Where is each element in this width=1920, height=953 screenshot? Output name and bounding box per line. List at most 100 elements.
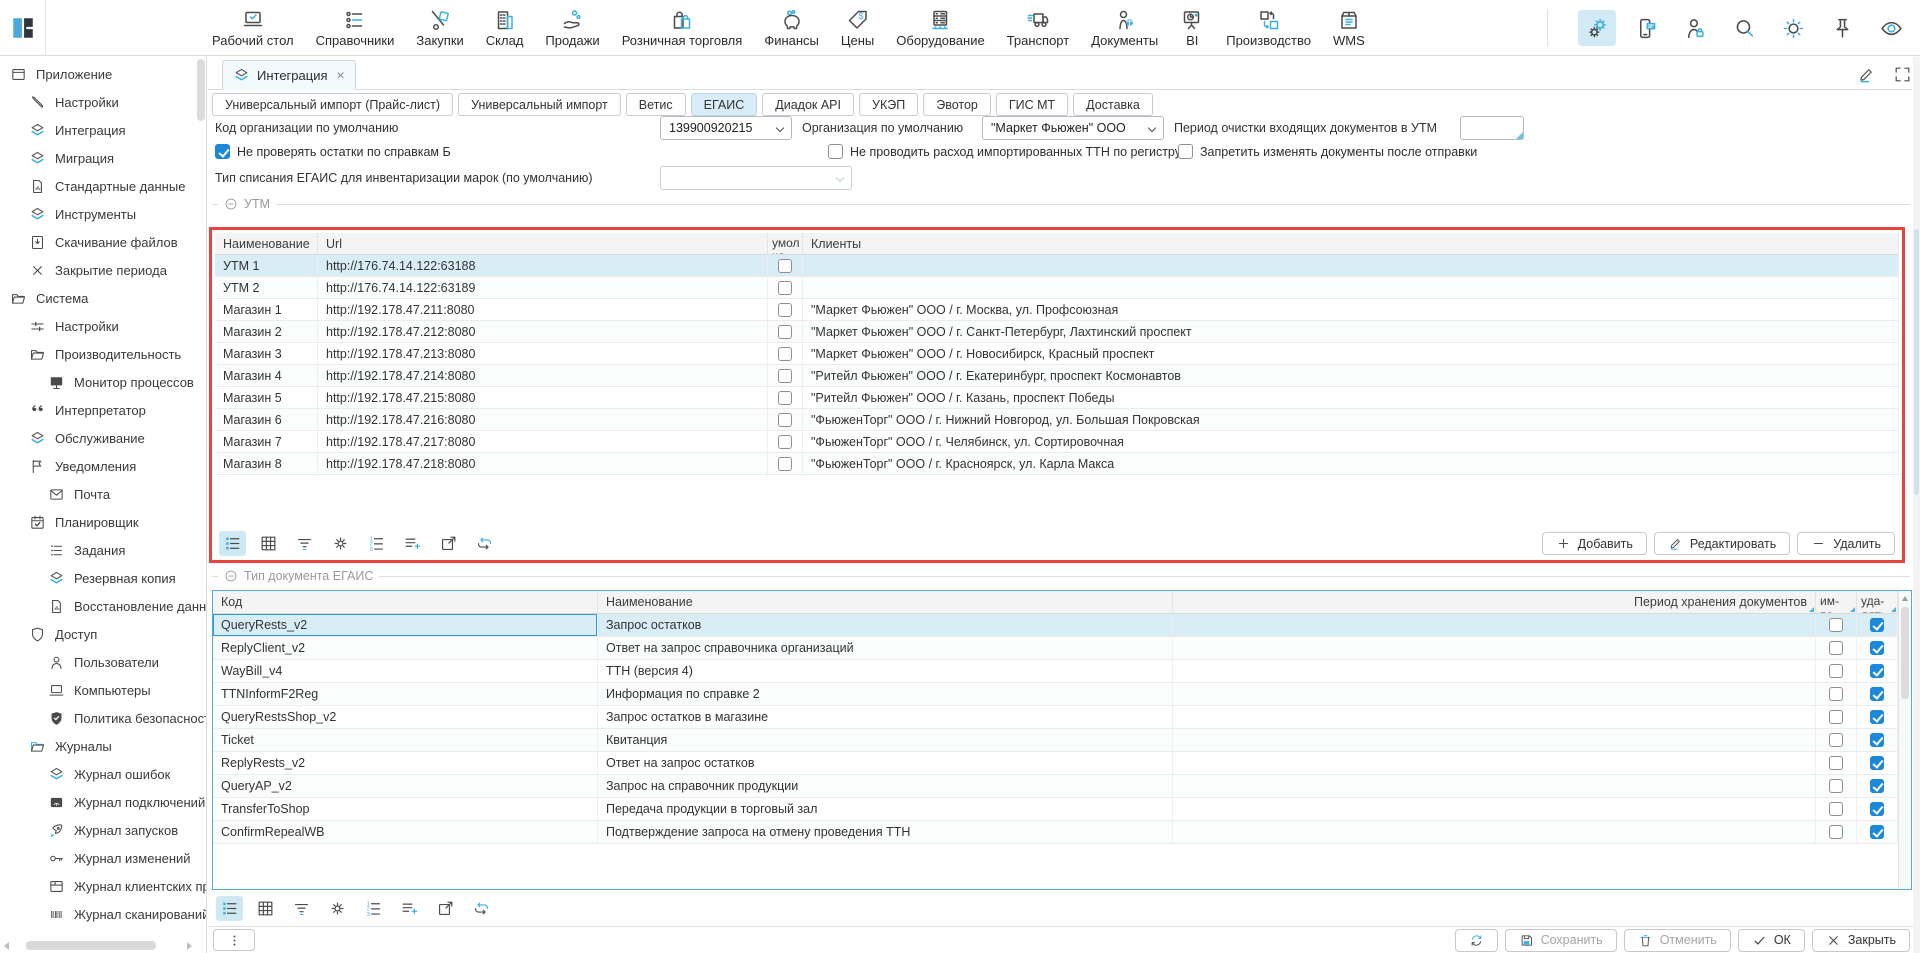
listadd-tool-button[interactable] xyxy=(396,896,423,921)
external-tool-button[interactable] xyxy=(432,896,459,921)
egais-table-row[interactable]: ConfirmRepealWB Подтверждение запроса на… xyxy=(213,821,1911,844)
checkbox[interactable] xyxy=(778,391,792,405)
brightness-button[interactable] xyxy=(1774,10,1812,46)
gearsm-tool-button[interactable] xyxy=(327,531,354,556)
checkbox[interactable] xyxy=(778,457,792,471)
top-menu-item-7[interactable]: Финансы xyxy=(764,8,819,48)
subtab-6[interactable]: УКЭП xyxy=(859,93,918,116)
checkbox-no-expense[interactable]: Не проводить расход импортированных ТТН … xyxy=(828,144,1181,159)
sidebar-item-22[interactable]: Пользователи xyxy=(0,648,196,676)
checkbox[interactable] xyxy=(1870,733,1884,747)
checkbox[interactable] xyxy=(778,259,792,273)
tab-integration[interactable]: Интеграция × xyxy=(222,60,356,90)
search-button[interactable] xyxy=(1725,10,1763,46)
subtab-2[interactable]: Универсальный импорт xyxy=(458,93,621,116)
filter-tool-button[interactable] xyxy=(291,531,318,556)
checkbox[interactable] xyxy=(1870,779,1884,793)
checkbox[interactable] xyxy=(778,435,792,449)
collapse-icon[interactable] xyxy=(224,569,238,583)
gearsm-tool-button[interactable] xyxy=(324,896,351,921)
close-button[interactable]: Закрыть xyxy=(1812,929,1910,952)
sidebar-item-17[interactable]: Планировщик xyxy=(0,508,196,536)
scroll-left-arrow-icon[interactable] xyxy=(4,942,9,950)
subtab-9[interactable]: Доставка xyxy=(1073,93,1153,116)
utm-table-row[interactable]: Магазин 3 http://192.178.47.213:8080 "Ма… xyxy=(215,343,1899,365)
device-messages-button[interactable] xyxy=(1627,10,1665,46)
checkbox[interactable] xyxy=(1870,687,1884,701)
checkbox[interactable] xyxy=(1829,779,1843,793)
sidebar-item-13[interactable]: Интерпретатор xyxy=(0,396,196,424)
egais-table-row[interactable]: QueryRestsShop_v2 Запрос остатков в мага… xyxy=(213,706,1911,729)
ok-button[interactable]: ОК xyxy=(1738,929,1805,952)
pencil-button[interactable] xyxy=(1857,65,1876,84)
scrollbar-thumb[interactable] xyxy=(1914,229,1919,495)
egais-table-row[interactable]: Ticket Квитанция xyxy=(213,729,1911,752)
sidebar-item-15[interactable]: Уведомления xyxy=(0,452,196,480)
checkbox[interactable] xyxy=(778,281,792,295)
scrollbar-thumb[interactable] xyxy=(26,941,156,950)
utm-column-header-2[interactable]: Url xyxy=(318,233,768,254)
checkbox[interactable] xyxy=(1870,710,1884,724)
utm-table-row[interactable]: УТМ 2 http://176.74.14.122:63189 xyxy=(215,277,1899,299)
listview-tool-button[interactable] xyxy=(219,531,246,556)
checkbox[interactable] xyxy=(1178,144,1193,159)
sidebar-vertical-scrollbar[interactable] xyxy=(197,59,205,121)
utm-table-row[interactable]: Магазин 2 http://192.178.47.212:8080 "Ма… xyxy=(215,321,1899,343)
settings-gears-button[interactable] xyxy=(1578,10,1616,46)
sidebar-item-2[interactable]: Настройки xyxy=(0,88,196,116)
utm-clean-period-input[interactable] xyxy=(1460,116,1524,140)
utm-table-row[interactable]: Магазин 5 http://192.178.47.215:8080 "Ри… xyxy=(215,387,1899,409)
checkbox[interactable] xyxy=(1870,802,1884,816)
listadd-tool-button[interactable] xyxy=(399,531,426,556)
egais-table-row[interactable]: ReplyRests_v2 Ответ на запрос остатков xyxy=(213,752,1911,775)
checkbox[interactable] xyxy=(778,413,792,427)
org-select[interactable]: "Маркет Фьюжен" ООО xyxy=(982,116,1164,140)
external-tool-button[interactable] xyxy=(435,531,462,556)
sidebar-item-21[interactable]: Доступ xyxy=(0,620,196,648)
utm-add-button[interactable]: Добавить xyxy=(1542,532,1647,555)
checkbox[interactable] xyxy=(1829,641,1843,655)
top-menu-item-3[interactable]: Закупки xyxy=(416,8,463,48)
checkbox[interactable] xyxy=(1829,802,1843,816)
top-menu-item-11[interactable]: Документы xyxy=(1091,8,1158,48)
subtab-7[interactable]: Эвотор xyxy=(923,93,991,116)
sidebar-item-5[interactable]: Стандартные данные xyxy=(0,172,196,200)
sidebar-item-4[interactable]: Миграция xyxy=(0,144,196,172)
egais-column-header-3[interactable]: Период хранения документов xyxy=(1173,591,1816,613)
egais-column-header-4[interactable]: Не им- по... xyxy=(1816,591,1857,613)
sidebar-item-27[interactable]: Журнал подключений xyxy=(0,788,196,816)
listview-tool-button[interactable] xyxy=(216,896,243,921)
sidebar-item-23[interactable]: Компьютеры xyxy=(0,676,196,704)
repeat-tool-button[interactable] xyxy=(471,531,498,556)
egais-table-row[interactable]: TTNInformF2Reg Информация по справке 2 xyxy=(213,683,1911,706)
checkbox[interactable] xyxy=(778,325,792,339)
subtab-1[interactable]: Универсальный импорт (Прайс-лист) xyxy=(212,93,453,116)
utm-column-header-4[interactable]: Клиенты xyxy=(803,233,1899,254)
egais-table-row[interactable]: TransferToShop Передача продукции в торг… xyxy=(213,798,1911,821)
subtab-3[interactable]: Ветис xyxy=(626,93,686,116)
scroll-right-arrow-icon[interactable] xyxy=(187,942,192,950)
checkbox-forbid-edit[interactable]: Запретить изменять документы после отпра… xyxy=(1178,144,1477,159)
writeoff-type-select[interactable] xyxy=(660,166,852,190)
egais-column-header-5[interactable]: Не уда- лять xyxy=(1857,591,1898,613)
checkbox[interactable] xyxy=(1870,664,1884,678)
sidebar-item-3[interactable]: Интеграция xyxy=(0,116,196,144)
sidebar-item-9[interactable]: Система xyxy=(0,284,196,312)
collapse-icon[interactable] xyxy=(224,197,238,211)
sidebar-item-20[interactable]: Восстановление данных xyxy=(0,592,196,620)
sidebar-item-8[interactable]: Закрытие периода xyxy=(0,256,196,284)
pin-button[interactable] xyxy=(1823,10,1861,46)
fullscreen-button[interactable] xyxy=(1893,65,1912,84)
sidebar-item-29[interactable]: Журнал изменений xyxy=(0,844,196,872)
top-menu-item-8[interactable]: $Цены xyxy=(841,8,874,48)
sidebar-item-7[interactable]: Скачивание файлов xyxy=(0,228,196,256)
user-lock-button[interactable] xyxy=(1676,10,1714,46)
checkbox[interactable] xyxy=(1870,641,1884,655)
checkbox[interactable] xyxy=(778,303,792,317)
numlist-tool-button[interactable]: 123 xyxy=(363,531,390,556)
eye-button[interactable] xyxy=(1872,10,1910,46)
checkbox-no-check-b[interactable]: Не проверять остатки по справкам Б xyxy=(215,144,451,159)
cancel-button[interactable]: Отменить xyxy=(1624,929,1731,952)
checkbox[interactable] xyxy=(1829,825,1843,839)
sidebar-item-24[interactable]: Политика безопасности xyxy=(0,704,196,732)
